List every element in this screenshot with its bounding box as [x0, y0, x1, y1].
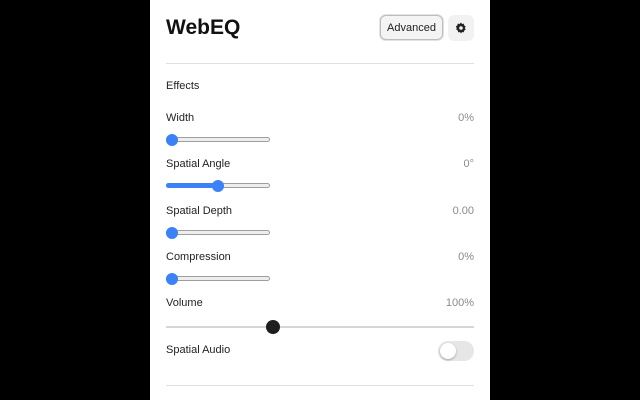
- spatial-audio-toggle[interactable]: [438, 341, 474, 361]
- compression-label: Compression: [166, 251, 231, 263]
- header-divider: [166, 63, 474, 64]
- compression-slider[interactable]: [166, 270, 270, 288]
- slider-track: [166, 230, 270, 235]
- slider-thumb[interactable]: [166, 227, 178, 239]
- compression-value: 0%: [458, 251, 474, 263]
- width-label: Width: [166, 112, 195, 124]
- slider-thumb[interactable]: [166, 134, 178, 146]
- toggle-knob: [440, 343, 456, 359]
- volume-track: [166, 326, 474, 328]
- effects-section-label: Effects: [166, 80, 200, 92]
- slider-thumb[interactable]: [166, 273, 178, 285]
- footer-divider: [166, 385, 474, 386]
- width-slider[interactable]: [166, 131, 270, 149]
- settings-button[interactable]: [448, 15, 474, 41]
- width-value: 0%: [458, 112, 474, 124]
- slider-track: [166, 276, 270, 281]
- spatial-depth-slider[interactable]: [166, 224, 270, 242]
- slider-track: [166, 137, 270, 142]
- eq-panel: WebEQ Advanced Effects Width 0% Spatial …: [150, 0, 490, 400]
- spatial-angle-label: Spatial Angle: [166, 158, 231, 170]
- volume-label: Volume: [166, 297, 203, 309]
- app-title: WebEQ: [166, 16, 241, 39]
- volume-value: 100%: [445, 297, 474, 309]
- gear-icon: [455, 22, 466, 34]
- slider-fill: [166, 183, 218, 188]
- slider-thumb[interactable]: [212, 180, 224, 192]
- advanced-button[interactable]: Advanced: [380, 15, 443, 40]
- spatial-depth-label: Spatial Depth: [166, 205, 233, 217]
- volume-thumb[interactable]: [265, 320, 280, 334]
- spatial-depth-value: 0.00: [452, 205, 474, 217]
- volume-slider[interactable]: [166, 318, 474, 336]
- spatial-angle-slider[interactable]: [166, 177, 270, 195]
- spatial-angle-value: 0°: [463, 158, 474, 170]
- spatial-audio-label: Spatial Audio: [166, 344, 231, 356]
